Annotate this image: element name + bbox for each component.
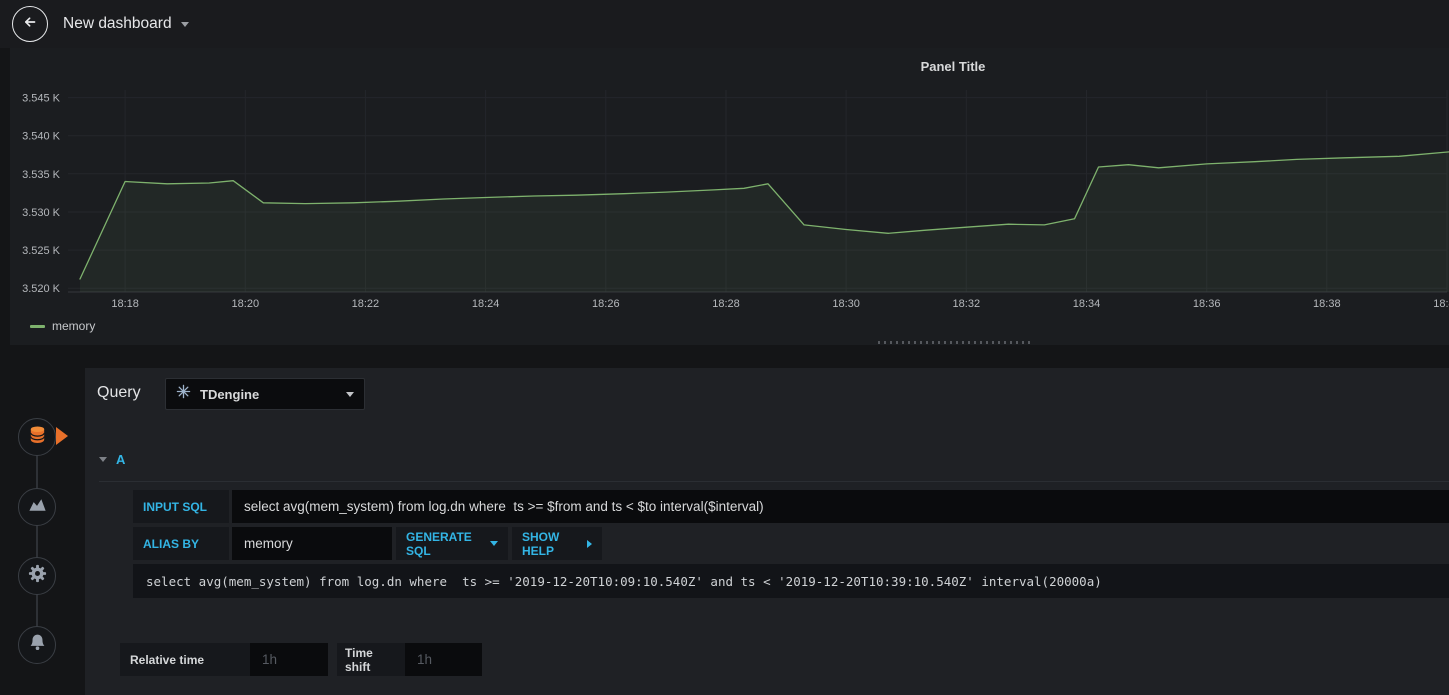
back-arrow-icon — [20, 12, 40, 37]
generated-sql-text: select avg(mem_system) from log.dn where… — [146, 573, 1102, 589]
back-button[interactable] — [12, 6, 48, 42]
time-shift-field[interactable] — [405, 643, 482, 676]
tdengine-logo-icon — [176, 384, 191, 404]
relative-time-field[interactable] — [250, 643, 328, 676]
svg-text:3.545 K: 3.545 K — [22, 93, 61, 105]
legend-label: memory — [52, 319, 96, 333]
tab-general[interactable] — [18, 557, 56, 595]
bell-icon — [27, 632, 48, 658]
svg-text:18:30: 18:30 — [832, 298, 860, 310]
collapse-caret-icon — [99, 457, 107, 462]
datasource-picker[interactable]: TDengine — [165, 378, 365, 410]
gear-icon — [27, 563, 48, 589]
datasource-name: TDengine — [200, 386, 260, 402]
svg-text:18:32: 18:32 — [953, 298, 981, 310]
svg-text:3.525 K: 3.525 K — [22, 245, 61, 257]
query-section-label: Query — [97, 384, 141, 401]
svg-text:18:26: 18:26 — [592, 298, 620, 310]
svg-text:18:18: 18:18 — [111, 298, 139, 310]
svg-text:18:28: 18:28 — [712, 298, 740, 310]
svg-text:3.540 K: 3.540 K — [22, 131, 61, 143]
graph-icon — [27, 494, 48, 520]
relative-time-label: Relative time — [120, 643, 250, 676]
svg-text:18:40: 18:40 — [1433, 298, 1449, 310]
time-shift-label: Time shift — [337, 643, 405, 676]
generate-sql-label: GENERATE SQL — [406, 529, 472, 558]
tab-connector-line — [36, 437, 38, 645]
time-series-chart[interactable]: 18:18 18:20 18:22 18:24 18:26 18:28 18:30 18:32… — [10, 48, 1449, 323]
svg-text:18:20: 18:20 — [232, 298, 260, 310]
svg-text:18:36: 18:36 — [1193, 298, 1221, 310]
panel-horizontal-scrollbar[interactable] — [878, 341, 1030, 344]
show-help-label: SHOW HELP — [522, 529, 560, 558]
dashboard-title: New dashboard — [63, 15, 172, 32]
legend-series-memory[interactable]: memory — [30, 319, 95, 333]
dashboard-title-dropdown[interactable]: New dashboard — [63, 15, 189, 33]
active-tab-arrow-icon — [56, 427, 68, 445]
tab-queries[interactable] — [18, 418, 56, 456]
svg-text:3.520 K: 3.520 K — [22, 283, 61, 295]
svg-text:18:38: 18:38 — [1313, 298, 1341, 310]
generate-sql-button[interactable]: GENERATE SQL — [396, 527, 508, 560]
legend-swatch — [30, 324, 45, 328]
row-divider — [99, 481, 1449, 482]
input-sql-label: INPUT SQL — [133, 490, 229, 523]
svg-text:3.530 K: 3.530 K — [22, 207, 61, 219]
query-editor-section: Query TDengine A INPUT SQL ALIAS BY GENE… — [85, 368, 1449, 695]
show-help-button[interactable]: SHOW HELP — [512, 527, 602, 560]
chevron-down-icon — [490, 541, 498, 546]
query-row-letter: A — [116, 452, 126, 467]
navbar: New dashboard — [0, 0, 1449, 48]
chevron-right-icon — [587, 539, 592, 548]
svg-text:18:34: 18:34 — [1073, 298, 1101, 310]
graph-panel: Panel Title 18:18 18:20 18:22 18:24 18:26 18:… — [10, 48, 1449, 345]
chevron-down-icon — [346, 391, 354, 397]
chevron-down-icon — [180, 21, 189, 27]
svg-text:18:22: 18:22 — [352, 298, 380, 310]
tab-visualization[interactable] — [18, 488, 56, 526]
tab-alert[interactable] — [18, 626, 56, 664]
alias-by-label: ALIAS BY — [133, 527, 229, 560]
query-row-toggle[interactable]: A — [99, 452, 125, 467]
database-icon — [27, 424, 48, 450]
svg-text:3.535 K: 3.535 K — [22, 169, 61, 181]
generated-sql-strip: select avg(mem_system) from log.dn where… — [133, 564, 1449, 598]
input-sql-field[interactable] — [232, 490, 1449, 523]
alias-by-field[interactable] — [232, 527, 392, 560]
svg-text:18:24: 18:24 — [472, 298, 500, 310]
